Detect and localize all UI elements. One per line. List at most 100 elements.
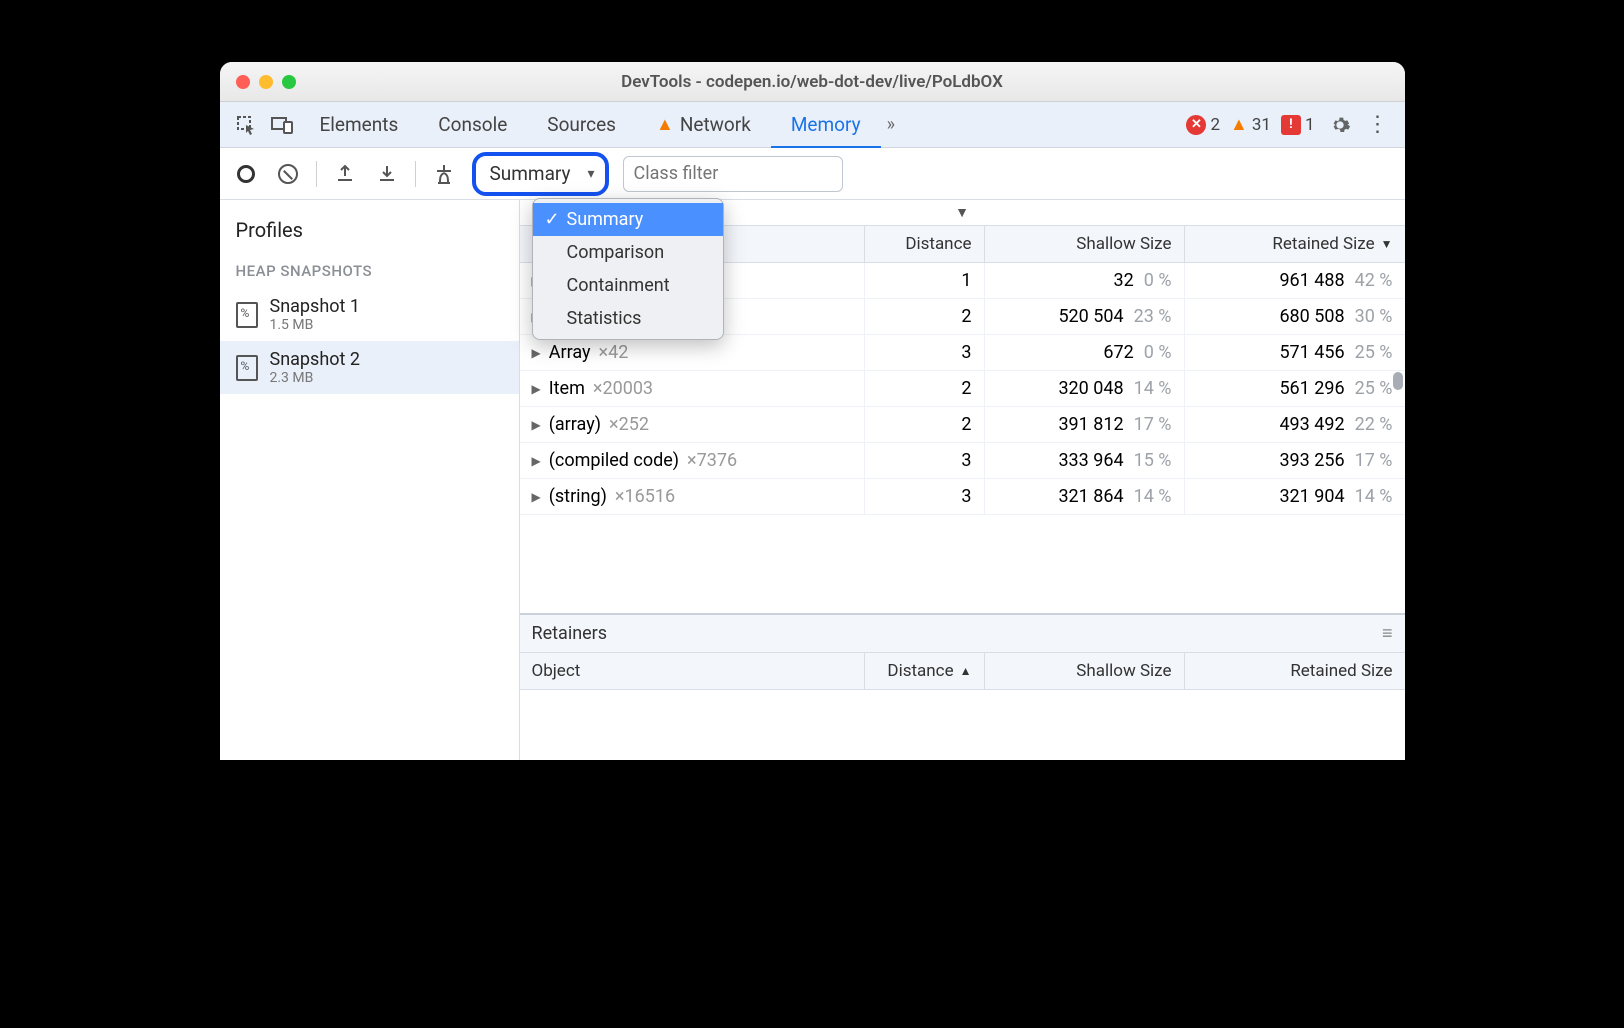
retained-size-cell: 393 25617 %	[1185, 443, 1405, 478]
dropdown-option-statistics[interactable]: Statistics	[533, 302, 723, 335]
constructor-name: (string)	[549, 486, 607, 507]
constructor-cell: ▶ Item ×20003	[520, 371, 865, 406]
column-shallow-size[interactable]: Shallow Size	[985, 653, 1185, 689]
tab-memory[interactable]: Memory	[771, 103, 881, 149]
constructor-cell: ▶ (string) ×16516	[520, 479, 865, 514]
zoom-window-button[interactable]	[282, 75, 296, 89]
retainers-menu-icon[interactable]: ≡	[1382, 623, 1393, 644]
record-button[interactable]	[232, 160, 260, 188]
instance-count: ×16516	[615, 486, 675, 507]
constructor-cell: ▶Array×42	[520, 335, 865, 370]
retained-size-cell: 571 45625 %	[1185, 335, 1405, 370]
distance-cell: 3	[865, 335, 985, 370]
column-retained-size[interactable]: Retained Size ▼	[1185, 226, 1405, 262]
constructor-name: Array	[549, 342, 591, 363]
column-object[interactable]: Object	[520, 653, 865, 689]
close-window-button[interactable]	[236, 75, 250, 89]
tab-console[interactable]: Console	[418, 102, 527, 148]
shallow-size-cell: 6720 %	[985, 335, 1185, 370]
profiles-sidebar: Profiles HEAP SNAPSHOTS Snapshot 1 1.5 M…	[220, 200, 520, 760]
devtools-window: DevTools - codepen.io/web-dot-dev/live/P…	[220, 62, 1405, 760]
warning-icon: ▲	[656, 114, 674, 135]
error-icon: ✕	[1186, 115, 1206, 135]
warning-icon: ▲	[1230, 114, 1248, 135]
tab-sources[interactable]: Sources	[527, 102, 636, 148]
table-row[interactable]: ▶Array×4236720 %571 45625 %	[520, 335, 1405, 371]
snapshot-size: 1.5 MB	[270, 317, 360, 333]
scrollbar-thumb[interactable]	[1393, 372, 1403, 390]
constructor-name: (compiled code)	[549, 450, 679, 471]
table-row[interactable]: ▶(compiled code)×73763333 96415 %393 256…	[520, 443, 1405, 479]
constructor-cell: ▶(compiled code)×7376	[520, 443, 865, 478]
constructor-cell: ▶ (array) ×252	[520, 407, 865, 442]
distance-cell: 3	[865, 443, 985, 478]
warning-count[interactable]: ▲ 31	[1230, 114, 1271, 135]
sort-desc-icon: ▼	[1381, 237, 1393, 251]
window-title: DevTools - codepen.io/web-dot-dev/live/P…	[220, 72, 1405, 92]
inspect-element-icon[interactable]	[228, 105, 264, 145]
disclosure-triangle-icon[interactable]: ▶	[532, 454, 541, 468]
minimize-window-button[interactable]	[259, 75, 273, 89]
table-row[interactable]: ▶(string)×165163321 86414 %321 90414 %	[520, 479, 1405, 515]
snapshot-file-icon	[236, 302, 258, 328]
retained-size-cell: 561 29625 %	[1185, 371, 1405, 406]
distance-cell: 2	[865, 407, 985, 442]
constructor-name: Item	[549, 378, 585, 399]
distance-cell: 2	[865, 371, 985, 406]
disclosure-triangle-icon[interactable]: ▶	[532, 346, 541, 360]
instance-count: ×252	[609, 414, 649, 435]
dropdown-option-summary[interactable]: Summary	[533, 203, 723, 236]
dropdown-option-comparison[interactable]: Comparison	[533, 236, 723, 269]
view-mode-select[interactable]: Summary	[472, 152, 609, 196]
tab-network[interactable]: ▲ Network	[636, 102, 771, 148]
dropdown-option-containment[interactable]: Containment	[533, 269, 723, 302]
disclosure-triangle-icon[interactable]: ▶	[532, 418, 541, 432]
heap-snapshots-heading: HEAP SNAPSHOTS	[220, 258, 519, 288]
tabs-overflow-button[interactable]: »	[881, 114, 901, 135]
devtools-tabs-bar: Elements Console Sources ▲ Network Memor…	[220, 102, 1405, 148]
shallow-size-cell: 321 86414 %	[985, 479, 1185, 514]
column-shallow-size[interactable]: Shallow Size	[985, 226, 1185, 262]
clear-button[interactable]	[274, 160, 302, 188]
snapshot-name: Snapshot 1	[270, 296, 360, 317]
disclosure-triangle-icon[interactable]: ▶	[532, 490, 541, 504]
snapshot-item[interactable]: Snapshot 2 2.3 MB	[220, 341, 519, 394]
issues-count[interactable]: ! 1	[1281, 115, 1315, 135]
settings-icon[interactable]	[1321, 114, 1359, 136]
instance-count: ×20003	[593, 378, 653, 399]
error-count[interactable]: ✕ 2	[1186, 115, 1220, 135]
retainers-header: Retainers ≡	[520, 615, 1405, 653]
sort-asc-icon: ▲	[960, 664, 972, 678]
table-row[interactable]: ▶ Item ×20003 2320 04814 %561 29625 %	[520, 371, 1405, 407]
column-retained-size[interactable]: Retained Size	[1185, 653, 1405, 689]
more-menu-icon[interactable]: ⋮	[1359, 112, 1397, 137]
issues-icon: !	[1281, 115, 1301, 135]
profiles-title: Profiles	[220, 212, 519, 258]
distance-cell: 2	[865, 299, 985, 334]
retainers-body	[520, 690, 1405, 760]
constructor-name: (array)	[549, 414, 601, 435]
disclosure-triangle-icon[interactable]: ▶	[532, 382, 541, 396]
shallow-size-cell: 320 04814 %	[985, 371, 1185, 406]
device-toolbar-icon[interactable]	[264, 105, 300, 145]
view-mode-dropdown: Summary Comparison Containment Statistic…	[532, 198, 724, 340]
column-distance[interactable]: Distance	[865, 226, 985, 262]
snapshot-name: Snapshot 2	[270, 349, 360, 370]
snapshot-file-icon	[236, 355, 258, 381]
snapshot-item[interactable]: Snapshot 1 1.5 MB	[220, 288, 519, 341]
distance-cell: 1	[865, 263, 985, 298]
status-counters: ✕ 2 ▲ 31 ! 1	[1186, 114, 1314, 135]
table-row[interactable]: ▶(array)×2522391 81217 %493 49222 %	[520, 407, 1405, 443]
retained-size-cell: 680 50830 %	[1185, 299, 1405, 334]
export-icon[interactable]	[331, 160, 359, 188]
retained-size-cell: 493 49222 %	[1185, 407, 1405, 442]
garbage-collect-icon[interactable]	[430, 160, 458, 188]
tab-elements[interactable]: Elements	[300, 102, 419, 148]
import-icon[interactable]	[373, 160, 401, 188]
column-distance[interactable]: Distance ▲	[865, 653, 985, 689]
memory-toolbar: Summary	[220, 148, 1405, 200]
retainers-pane: Retainers ≡ Object Distance ▲ Shallow Si…	[520, 613, 1405, 760]
distance-cell: 3	[865, 479, 985, 514]
shallow-size-cell: 520 50423 %	[985, 299, 1185, 334]
class-filter-input[interactable]	[623, 156, 843, 192]
